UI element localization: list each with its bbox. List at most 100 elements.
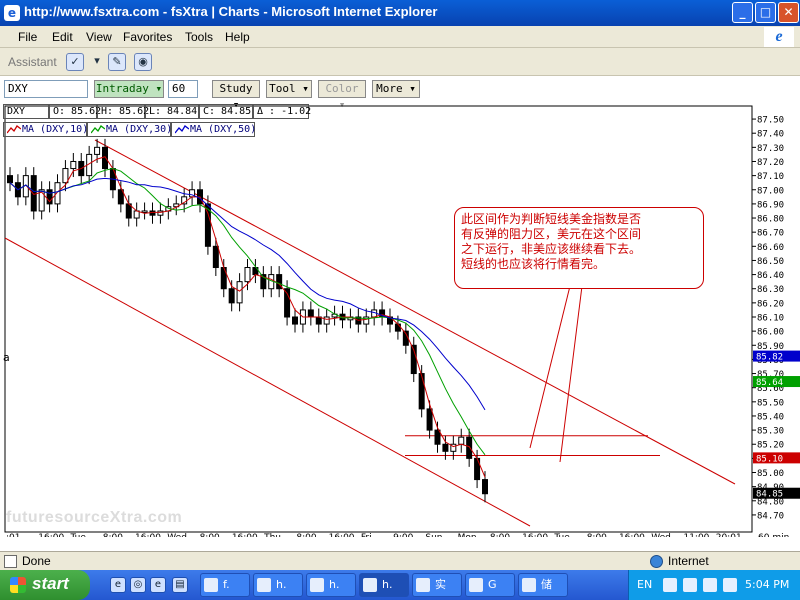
quote-change: Δ : -1.02 [253,104,311,119]
page-icon [4,555,17,568]
color-label: Color [325,82,359,95]
y-tick-label: 85.20 [757,441,784,451]
quote-close: C: 84.85 [199,104,253,119]
highlight-icon[interactable]: ◉ [134,53,152,71]
candle-body [292,316,298,325]
task-label: f. [223,578,230,591]
quote-high: H: 85.62 [97,104,149,119]
quicklaunch-show-desktop-icon[interactable]: ▤ [172,577,188,593]
x-tick-label: Wed [651,533,671,537]
tray-app-icon[interactable] [663,578,677,592]
y-tick-label: 86.30 [757,285,784,295]
candle-body [141,210,148,213]
x-tick-label: 11:00 [683,533,709,537]
candle-body [323,316,330,325]
menu-bar: File Edit View Favorites Tools Help e [0,26,800,48]
assistant-label: Assistant [8,55,57,69]
interval-dropdown[interactable]: Intraday ▾ [94,80,164,98]
quicklaunch-media-icon[interactable]: ◎ [130,577,146,593]
title-bar: e http://www.fsxtra.com - fsXtra | Chart… [0,0,800,26]
start-button[interactable]: start [0,570,90,600]
quote-symbol: DXY [3,104,49,119]
task-button[interactable]: f. [200,573,250,597]
chart-plot[interactable]: 87.50 87.40 87.30 87.20 87.10 87.00 86.90 86.80… [0,100,800,537]
candle-body [102,146,108,170]
candle-body [244,267,251,283]
x-tick-label: Tue [553,533,570,537]
quote-open: O: 85.62 [49,104,101,119]
indicator-line-icon [91,125,105,134]
channel-line [4,237,531,527]
indicator-ma-50[interactable]: MA (DXY,50) [171,122,256,137]
task-label: G [488,578,497,591]
pen-icon[interactable]: ✎ [108,53,126,71]
candle-body [212,245,219,269]
close-button[interactable]: ✕ [778,2,799,23]
x-tick-label: :01 [6,533,20,537]
assistant-check-icon[interactable]: ✓ [66,53,84,71]
task-button[interactable]: h. [253,573,303,597]
y-tick-label: 87.40 [757,130,784,140]
candle-body [315,316,322,325]
menu-file[interactable]: File [18,30,37,44]
color-dropdown[interactable]: Color ▾ [318,80,366,111]
tray-volume-icon[interactable] [723,578,737,592]
quicklaunch-browser-icon[interactable]: e [150,577,166,593]
menu-view[interactable]: View [86,30,112,44]
y-tick-label: 86.20 [757,299,784,309]
menu-edit[interactable]: Edit [52,30,73,44]
menu-tools[interactable]: Tools [185,30,213,44]
y-tick-label: 87.50 [757,116,784,126]
annotation-callout[interactable]: 此区间作为判断短线美金指数是否 有反弹的阻力区，美元在这个区间 之下运行，非美应… [454,207,704,289]
x-unit-label: 60 min. [758,533,792,537]
more-dropdown[interactable]: More ▾ [372,80,420,98]
study-dropdown[interactable]: Study ▾ [212,80,260,111]
y-tick-label: 86.00 [757,328,784,338]
candle-body [54,182,61,205]
y-tick-label: 86.50 [757,257,784,267]
window-icon [257,578,271,592]
quicklaunch-ie-icon[interactable]: e [110,577,126,593]
y-tick-label: 87.20 [757,158,784,168]
task-button[interactable]: 实 [412,573,462,597]
y-tick-label: 86.90 [757,200,784,210]
more-label: More [376,82,403,95]
tray-app-icon[interactable] [683,578,697,592]
y-tick-label: 85.00 [757,469,784,479]
task-button[interactable]: 储 [518,573,568,597]
y-tick-label: 87.00 [757,186,784,196]
price-badge-label: 85.64 [756,378,783,388]
x-tick-label: Sun [425,533,442,537]
ie-page-icon: e [4,5,20,21]
chart-svg[interactable]: 87.50 87.40 87.30 87.20 87.10 87.00 86.90 86.80… [0,100,800,537]
x-tick-label: Thu [263,533,281,537]
price-badge-label: 84.85 [756,490,783,500]
y-tick-label: 86.70 [757,229,784,239]
study-label: Study [219,82,253,95]
window-icon [416,578,430,592]
task-button[interactable]: G [465,573,515,597]
menu-favorites[interactable]: Favorites [123,30,172,44]
indicator-label: MA (DXY,10) [22,124,89,135]
task-button[interactable]: h. [306,573,356,597]
symbol-input[interactable]: DXY [4,80,88,98]
candle-body [236,281,243,304]
minimize-button[interactable]: _ [732,2,753,23]
x-tick-label: 8:00 [103,533,123,537]
interval-value-input[interactable]: 60 [168,80,198,98]
maximize-button[interactable]: □ [755,2,776,23]
tool-dropdown[interactable]: Tool ▾ [266,80,312,98]
task-button-active[interactable]: h. [359,573,409,597]
task-label: 储 [541,578,552,591]
indicator-label: MA (DXY,30) [106,124,173,135]
menu-help[interactable]: Help [225,30,250,44]
indicator-ma-10[interactable]: MA (DXY,10) [3,122,89,137]
x-tick-label: 16:00 [329,533,355,537]
candle-body [458,436,465,445]
dropdown-arrow-icon[interactable]: ▾ [88,53,106,71]
tray-app-icon[interactable] [703,578,717,592]
indicator-ma-30[interactable]: MA (DXY,30) [87,122,173,137]
language-indicator[interactable]: EN [637,578,652,591]
x-tick-label: 8:00 [587,533,607,537]
x-tick-label: 9:00 [393,533,413,537]
